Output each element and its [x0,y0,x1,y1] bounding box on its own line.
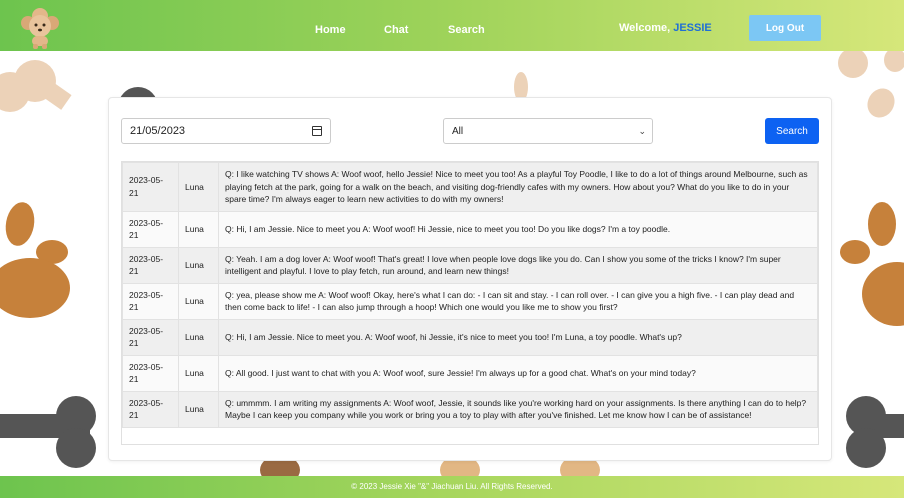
row-name: Luna [178,318,219,356]
username: JESSIE [673,22,712,34]
table-row: 2023-05-21 Luna Q: Hi, I am Jessie. Nice t… [122,210,818,248]
row-name: Luna [178,390,219,428]
table-row: 2023-05-21 Luna Q: ummmm. I am writing my … [122,390,818,428]
bone-shape [56,428,96,468]
row-text: Q: Hi, I am Jessie. Nice to meet you A: … [218,210,818,248]
paw-print [838,48,868,78]
filter-select[interactable]: All ⌄ [443,118,653,144]
row-date: 2023-05-21 [122,282,179,320]
navbar: Home Chat Search Welcome, JESSIE Log Out [0,0,904,51]
chevron-down-icon: ⌄ [638,126,646,136]
row-name: Luna [178,210,219,248]
paw-print [884,48,904,72]
footer: © 2023 Jessie Xie "&" Jiachuan Liu. All … [0,476,904,498]
row-date: 2023-05-21 [122,162,179,212]
row-date: 2023-05-21 [122,246,179,284]
row-text: Q: I like watching TV shows A: Woof woof… [218,162,818,212]
search-button[interactable]: Search [765,118,819,144]
table-row: 2023-05-21 Luna Q: All good. I just want t… [122,354,818,392]
date-value: 21/05/2023 [130,125,186,137]
date-field[interactable]: 21/05/2023 [121,118,331,144]
paw-print [868,202,896,246]
bone-shape [846,428,886,468]
search-card: 21/05/2023 All ⌄ Search 2023-05-21 Luna Q:… [108,97,832,461]
row-name: Luna [178,282,219,320]
paw-print [862,262,904,326]
results-table[interactable]: 2023-05-21 Luna Q: I like watching TV show… [121,161,819,445]
table-row: 2023-05-21 Luna Q: Yeah. I am a dog lover … [122,246,818,284]
calendar-icon[interactable] [312,126,322,136]
row-text: Q: yea, please show me A: Woof woof! Oka… [218,282,818,320]
table-row: 2023-05-21 Luna Q: I like watching TV show… [122,162,818,212]
paw-print [862,83,900,123]
row-text: Q: ummmm. I am writing my assignments A:… [218,390,818,428]
row-text: Q: Hi, I am Jessie. Nice to meet you. A:… [218,318,818,356]
nav-chat[interactable]: Chat [384,24,408,36]
row-date: 2023-05-21 [122,390,179,428]
row-date: 2023-05-21 [122,210,179,248]
row-date: 2023-05-21 [122,318,179,356]
row-name: Luna [178,246,219,284]
results-table-grid: 2023-05-21 Luna Q: I like watching TV show… [122,162,818,428]
table-row: 2023-05-21 Luna Q: Hi, I am Jessie. Nice t… [122,318,818,356]
paw-print [2,199,38,249]
row-date: 2023-05-21 [122,354,179,392]
table-row: 2023-05-21 Luna Q: yea, please show me A: … [122,282,818,320]
footer-copyright: © 2023 Jessie Xie "&" Jiachuan Liu. All … [351,482,553,491]
paw-print [0,258,70,318]
row-text: Q: Yeah. I am a dog lover A: Woof woof! … [218,246,818,284]
welcome-prefix: Welcome, [619,22,674,34]
select-value: All [452,126,464,137]
row-text: Q: All good. I just want to chat with yo… [218,354,818,392]
welcome-message: Welcome, JESSIE [619,22,712,34]
row-name: Luna [178,162,219,212]
logout-button[interactable]: Log Out [749,15,821,41]
poodle-logo-icon[interactable] [20,6,60,50]
row-name: Luna [178,354,219,392]
nav-search[interactable]: Search [448,24,485,36]
paw-print [840,240,870,264]
nav-home[interactable]: Home [315,24,346,36]
